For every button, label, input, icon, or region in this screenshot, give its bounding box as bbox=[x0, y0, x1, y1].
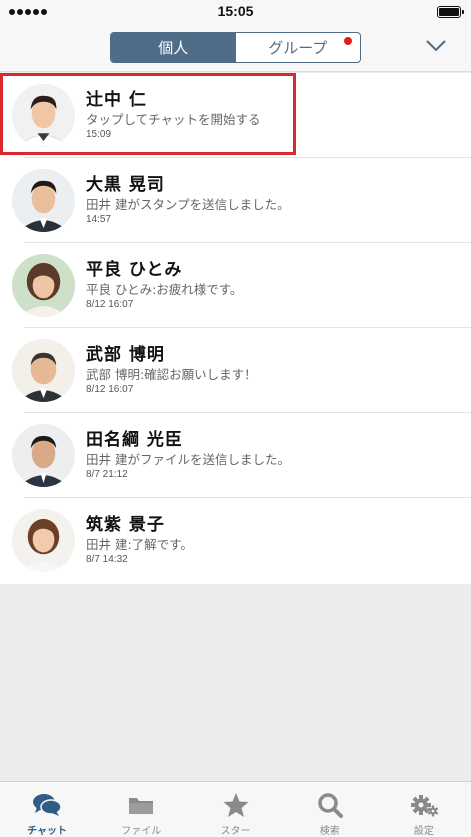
status-time: 15:05 bbox=[217, 3, 254, 19]
chevron-down-icon[interactable] bbox=[425, 38, 447, 54]
battery-icon bbox=[437, 6, 464, 18]
message-preview: 田井 建:了解です。 bbox=[86, 537, 193, 552]
chat-type-segmented-control: 個人 グループ bbox=[110, 32, 361, 63]
contact-name: 筑紫 景子 bbox=[86, 515, 165, 535]
search-icon bbox=[317, 793, 343, 818]
message-time: 15:09 bbox=[86, 129, 112, 140]
contact-name: 平良 ひとみ bbox=[86, 260, 183, 280]
avatar bbox=[12, 254, 75, 317]
avatar bbox=[12, 509, 75, 572]
message-preview: 武部 博明:確認お願いします！ bbox=[86, 367, 257, 382]
chat-list-item[interactable]: 大黒 晃司 田井 建がスタンプを送信しました。 14:57 bbox=[0, 158, 471, 243]
message-time: 8/12 16:07 bbox=[86, 384, 134, 395]
message-preview: タップしてチャットを開始する bbox=[86, 112, 261, 127]
message-preview: 田井 建がファイルを送信しました。 bbox=[86, 452, 290, 467]
segment-individual[interactable]: 個人 bbox=[111, 33, 236, 62]
tab-star[interactable]: スター bbox=[188, 782, 282, 837]
message-time: 8/12 16:07 bbox=[86, 299, 134, 310]
tab-files-label: ファイル bbox=[121, 826, 162, 837]
tab-chat-label: チャット bbox=[27, 826, 68, 837]
chat-list: 辻中 仁 タップしてチャットを開始する 15:09 大黒 晃司 田井 建がスタン… bbox=[0, 73, 471, 584]
chat-list-item[interactable]: 辻中 仁 タップしてチャットを開始する 15:09 bbox=[0, 73, 471, 158]
gear-icon bbox=[410, 795, 439, 817]
folder-icon bbox=[129, 798, 154, 814]
star-icon bbox=[223, 793, 248, 817]
avatar bbox=[12, 424, 75, 487]
tab-settings-label: 設定 bbox=[413, 826, 434, 837]
segment-individual-label: 個人 bbox=[158, 40, 189, 57]
chat-bubbles-icon bbox=[33, 794, 62, 816]
chat-list-header: 個人 グループ bbox=[0, 24, 471, 72]
segment-group-label: グループ bbox=[268, 40, 328, 57]
contact-name: 大黒 晃司 bbox=[86, 175, 165, 195]
contact-name: 辻中 仁 bbox=[86, 90, 147, 110]
unread-badge bbox=[344, 37, 352, 45]
avatar bbox=[12, 84, 75, 147]
contact-name: 田名綱 光臣 bbox=[86, 430, 183, 450]
tab-star-label: スター bbox=[220, 826, 251, 837]
message-time: 8/7 14:32 bbox=[86, 554, 128, 565]
tab-files[interactable]: ファイル bbox=[94, 782, 188, 837]
avatar bbox=[12, 339, 75, 402]
avatar bbox=[12, 169, 75, 232]
message-preview: 田井 建がスタンプを送信しました。 bbox=[86, 197, 290, 212]
contact-name: 武部 博明 bbox=[86, 345, 165, 365]
tab-settings[interactable]: 設定 bbox=[377, 782, 471, 837]
chat-list-item[interactable]: 田名綱 光臣 田井 建がファイルを送信しました。 8/7 21:12 bbox=[0, 413, 471, 498]
message-preview: 平良 ひとみ:お疲れ様です。 bbox=[86, 282, 243, 297]
segment-group[interactable]: グループ bbox=[236, 33, 361, 62]
bottom-tab-bar: チャット ファイル スター 検索 設定 bbox=[0, 781, 471, 837]
status-bar: 15:05 bbox=[0, 0, 471, 24]
tab-search-label: 検索 bbox=[319, 826, 340, 837]
chat-list-item[interactable]: 武部 博明 武部 博明:確認お願いします！ 8/12 16:07 bbox=[0, 328, 471, 413]
tab-search[interactable]: 検索 bbox=[283, 782, 377, 837]
chat-list-item[interactable]: 筑紫 景子 田井 建:了解です。 8/7 14:32 bbox=[0, 498, 471, 583]
message-time: 14:57 bbox=[86, 214, 112, 225]
message-time: 8/7 21:12 bbox=[86, 469, 128, 480]
chat-list-item[interactable]: 平良 ひとみ 平良 ひとみ:お疲れ様です。 8/12 16:07 bbox=[0, 243, 471, 328]
tab-chat[interactable]: チャット bbox=[0, 782, 94, 837]
